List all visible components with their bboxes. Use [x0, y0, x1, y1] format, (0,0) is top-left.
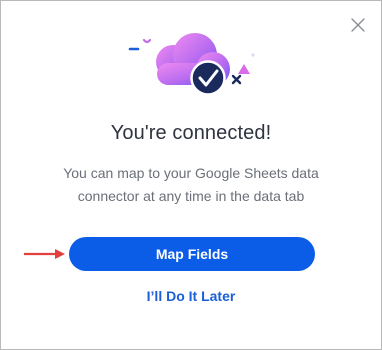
checkmark-circle-icon [190, 60, 226, 96]
dialog-title: You're connected! [110, 122, 272, 144]
do-it-later-link[interactable]: I’ll Do It Later [1, 288, 381, 304]
map-fields-button[interactable]: Map Fields [69, 237, 315, 271]
connected-illustration [128, 33, 255, 96]
close-button[interactable] [346, 13, 370, 37]
dialog-message: You can map to your Google Sheets data c… [63, 165, 319, 204]
connection-dialog: You're connected! You can map to your Go… [0, 0, 382, 350]
close-icon [351, 18, 365, 32]
arrow-right-icon [24, 249, 65, 259]
